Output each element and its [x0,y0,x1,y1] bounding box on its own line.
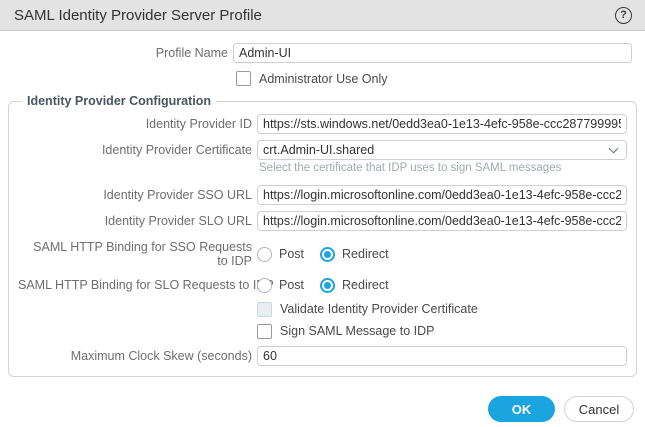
identity-provider-id-row: Identity Provider ID [18,114,627,134]
identity-provider-slo-url-label: Identity Provider SLO URL [104,213,252,228]
sign-saml-message-label: Sign SAML Message to IDP [280,324,435,339]
identity-provider-certificate-value: crt.Admin-UI.shared [263,143,375,157]
validate-certificate-checkbox [257,301,272,317]
slo-binding-redirect-label: Redirect [342,278,389,293]
administrator-use-only-checkbox[interactable] [236,71,251,86]
sso-binding-options: Post Redirect [257,246,405,262]
radio-unselected-icon [257,246,272,262]
slo-binding-post-label: Post [279,278,305,293]
profile-name-input[interactable] [233,43,632,63]
identity-provider-certificate-label: Identity Provider Certificate [101,142,252,157]
identity-provider-sso-url-input[interactable] [257,185,627,205]
dialog-title: SAML Identity Provider Server Profile [14,6,262,24]
maximum-clock-skew-row: Maximum Clock Skew (seconds) [18,345,627,366]
sso-binding-label: SAML HTTP Binding for SSO Requests to ID… [33,240,252,269]
sso-binding-post-label: Post [279,247,305,262]
identity-provider-id-input[interactable] [257,114,627,134]
administrator-use-only-label: Administrator Use Only [259,71,388,86]
validate-certificate-label: Validate Identity Provider Certificate [280,302,478,317]
identity-provider-id-label: Identity Provider ID [145,116,252,131]
identity-provider-sso-url-row: Identity Provider SSO URL [18,185,627,205]
identity-provider-configuration-legend: Identity Provider Configuration [27,94,212,108]
identity-provider-configuration-group: Identity Provider Configuration Identity… [8,94,637,377]
certificate-help-text: Select the certificate that IDP uses to … [259,162,562,174]
identity-provider-certificate-select[interactable]: crt.Admin-UI.shared [257,140,627,160]
saml-idp-server-profile-dialog: SAML Identity Provider Server Profile ? … [0,0,645,422]
slo-binding-options: Post Redirect [257,277,405,293]
chevron-down-icon [608,143,619,154]
radio-selected-icon [320,246,336,262]
profile-name-label: Profile Name [155,45,228,60]
identity-provider-slo-url-input[interactable] [257,211,627,231]
slo-binding-post-option[interactable]: Post [257,277,305,293]
identity-provider-slo-url-row: Identity Provider SLO URL [18,211,627,231]
dialog-body: Profile Name Administrator Use Only Iden… [0,31,645,377]
identity-provider-sso-url-label: Identity Provider SSO URL [103,187,252,202]
sso-binding-redirect-label: Redirect [342,247,389,262]
help-icon[interactable]: ? [615,6,632,24]
slo-binding-label: SAML HTTP Binding for SLO Requests to ID… [18,278,274,293]
dialog-header: SAML Identity Provider Server Profile ? [0,0,645,31]
sso-binding-row: SAML HTTP Binding for SSO Requests to ID… [18,240,627,269]
profile-name-row: Profile Name [0,43,632,63]
validate-certificate-row: Validate Identity Provider Certificate [257,301,627,317]
sso-binding-redirect-option[interactable]: Redirect [320,246,389,262]
maximum-clock-skew-input[interactable] [257,345,627,366]
radio-unselected-icon [257,277,272,293]
slo-binding-row: SAML HTTP Binding for SLO Requests to ID… [18,277,627,293]
sign-saml-message-row[interactable]: Sign SAML Message to IDP [257,323,627,339]
cancel-button[interactable]: Cancel [564,396,634,422]
sign-saml-message-checkbox[interactable] [257,323,272,339]
slo-binding-redirect-option[interactable]: Redirect [320,277,389,293]
ok-button[interactable]: OK [488,396,555,422]
sso-binding-post-option[interactable]: Post [257,246,305,262]
dialog-footer: OK Cancel [488,396,634,422]
identity-provider-certificate-row: Identity Provider Certificate crt.Admin-… [18,140,627,160]
administrator-use-only-row[interactable]: Administrator Use Only [236,71,645,86]
maximum-clock-skew-label: Maximum Clock Skew (seconds) [70,348,252,363]
radio-selected-icon [320,277,336,293]
